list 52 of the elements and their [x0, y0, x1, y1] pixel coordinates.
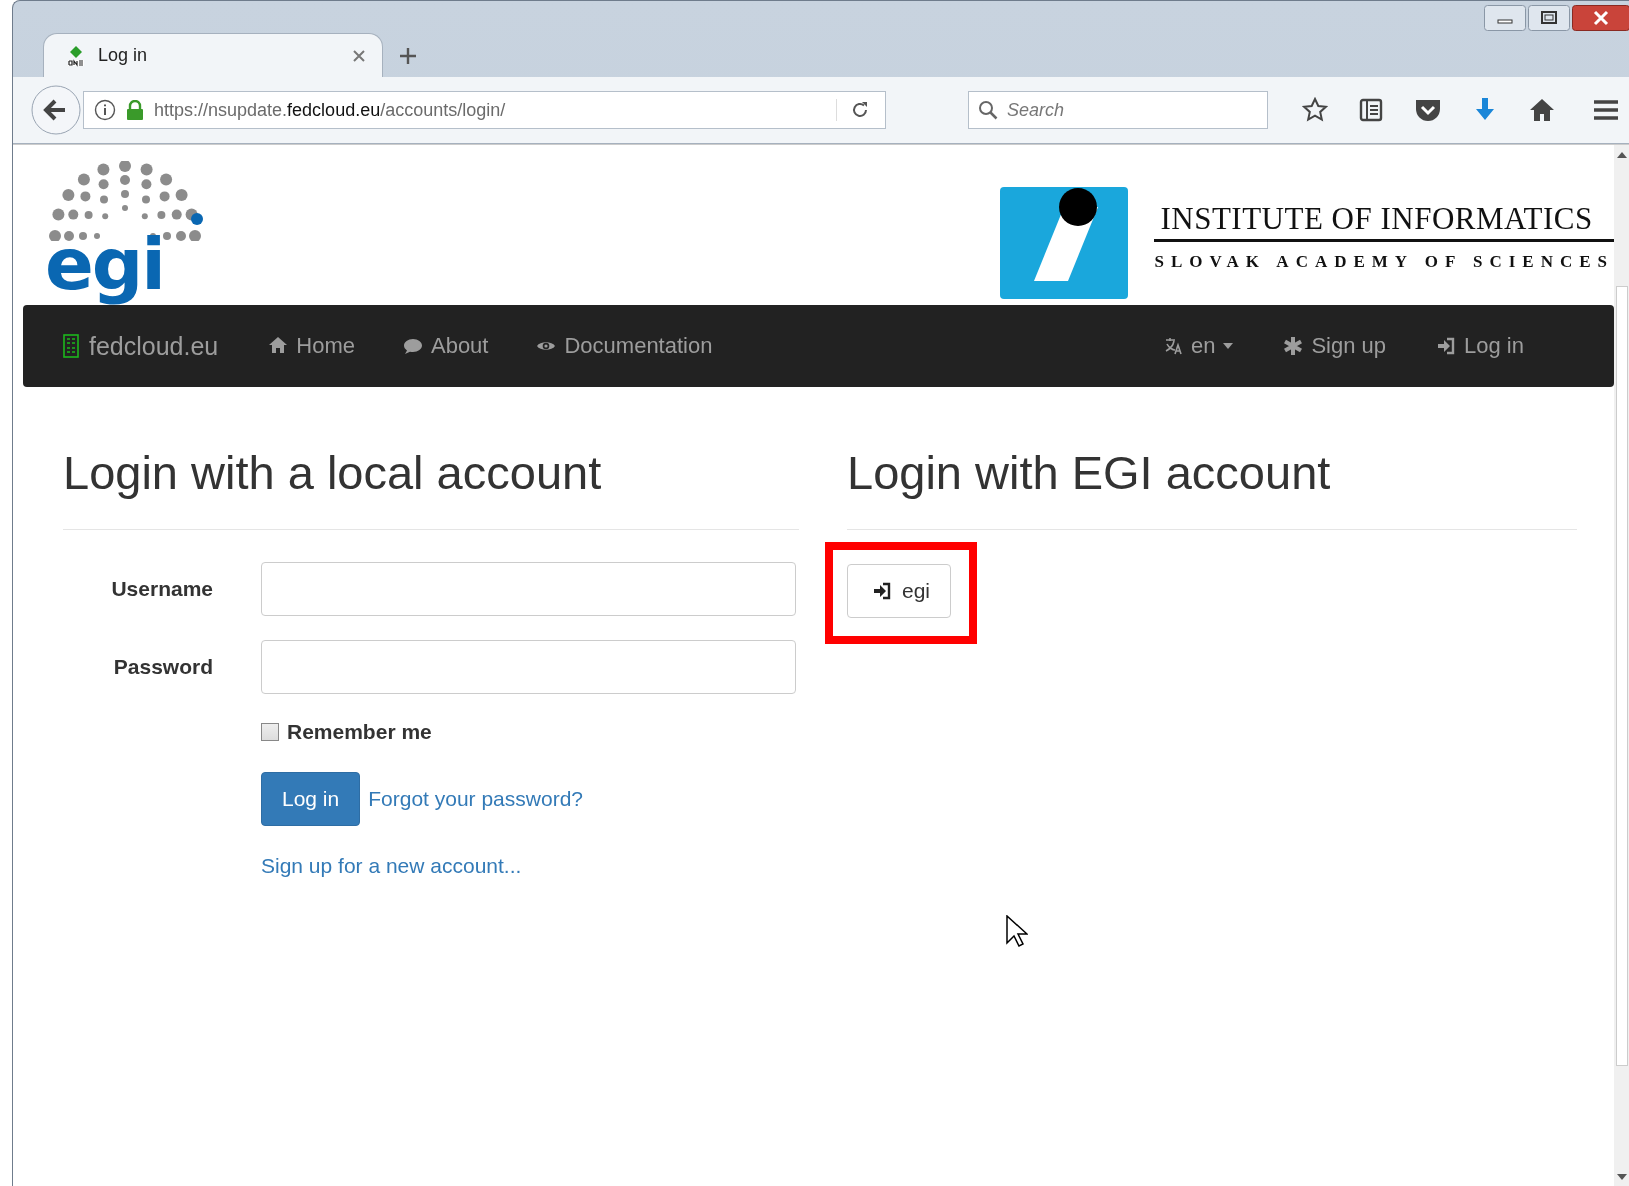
home-icon [268, 336, 289, 356]
scroll-down-icon[interactable] [1617, 1173, 1627, 1181]
back-icon[interactable] [31, 85, 81, 135]
maximize-icon[interactable] [1528, 5, 1570, 31]
institute-logo-icon [1000, 187, 1129, 299]
forgot-password-link[interactable]: Forgot your password? [368, 786, 583, 811]
address-field[interactable]: https://nsupdate.fedcloud.eu/accounts/login/ [83, 91, 886, 129]
sign-in-icon [1436, 336, 1457, 356]
scroll-up-icon[interactable] [1617, 151, 1627, 159]
info-icon[interactable] [94, 99, 116, 121]
egi-login-button[interactable]: egi [847, 563, 952, 618]
brand-link[interactable]: fedcloud.eu [63, 331, 219, 361]
menu-icon[interactable] [1592, 98, 1620, 122]
institute-subtitle: SLOVAK ACADEMY OF SCIENCES [1154, 252, 1614, 272]
server-icon [63, 334, 79, 358]
search-field[interactable]: Search [968, 91, 1268, 129]
login-button[interactable]: Log in [261, 771, 361, 826]
scrollbar-thumb[interactable] [1616, 286, 1628, 1066]
field-label: Password [112, 654, 214, 679]
nav-link[interactable]: en [1162, 333, 1234, 359]
mouse-cursor-icon [1006, 915, 1028, 947]
close-icon[interactable] [1572, 5, 1629, 31]
checkbox-label: Remember me [287, 719, 432, 744]
url-text: https://nsupdate.fedcloud.eu/accounts/login/ [154, 99, 507, 121]
new-tab-icon[interactable] [399, 47, 417, 65]
nav-link[interactable]: Documentation [536, 333, 713, 359]
lock-icon [126, 100, 144, 120]
nav-link[interactable]: Log in [1436, 333, 1524, 359]
username-field[interactable] [261, 561, 796, 616]
logo-text: egi [45, 221, 165, 307]
asterisk-icon [1283, 336, 1304, 356]
nav-link[interactable]: Sign up [1283, 333, 1387, 359]
sign-in-icon [872, 580, 892, 601]
section-heading: Login with a local account [63, 447, 603, 499]
section-heading: Login with EGI account [847, 447, 1332, 499]
reading-list-icon[interactable] [1358, 97, 1384, 123]
close-icon[interactable] [352, 48, 366, 63]
signup-link[interactable]: Sign up for a new account... [261, 853, 522, 877]
tab-title: Log in [98, 45, 149, 66]
field-label: Username [110, 576, 214, 601]
pocket-icon[interactable] [1414, 97, 1442, 123]
caret-icon [1223, 343, 1234, 349]
nav-link[interactable]: Home [268, 333, 355, 359]
browser-tab[interactable]: Log in [43, 33, 383, 77]
institute-title: INSTITUTE OF INFORMATICS [1154, 201, 1614, 242]
star-icon[interactable] [1302, 97, 1328, 123]
home-icon[interactable] [1528, 97, 1556, 123]
password-field[interactable] [261, 639, 796, 694]
site-icon [66, 44, 86, 67]
nav-link[interactable]: About [402, 333, 489, 359]
checkbox[interactable] [261, 722, 279, 741]
speech-bubble-icon [402, 336, 423, 356]
